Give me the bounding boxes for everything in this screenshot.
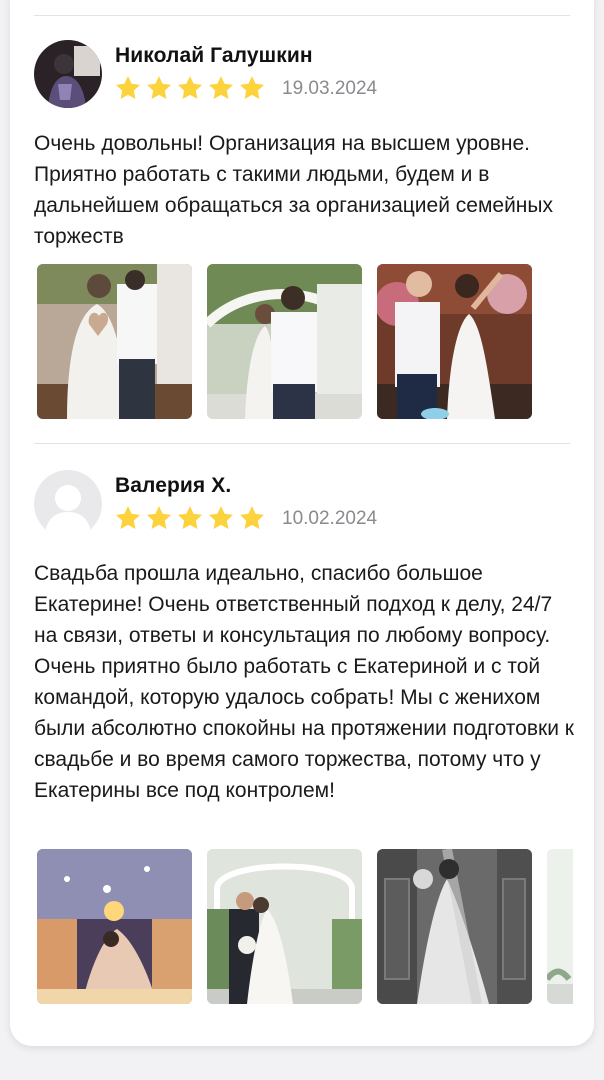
user-placeholder-icon (34, 470, 102, 538)
photo-image (37, 264, 192, 419)
review-date: 19.03.2024 (282, 78, 378, 99)
star-icon (208, 76, 234, 99)
star-icon (208, 506, 234, 529)
star-icon (146, 506, 172, 529)
review-photo[interactable] (207, 849, 362, 1004)
review-photo[interactable] (37, 849, 192, 1004)
review-photos (37, 264, 573, 419)
avatar[interactable] (34, 40, 102, 108)
rating-stars (114, 504, 266, 532)
photo-image (547, 849, 573, 1004)
photo-image (207, 264, 362, 419)
star-icon (146, 76, 172, 99)
review-photo[interactable] (207, 264, 362, 419)
avatar[interactable] (34, 470, 102, 538)
star-icon (177, 76, 203, 99)
review-text: Свадьба прошла идеально, спасибо большое… (34, 562, 574, 802)
review-1: Николай Галушкин 19.03.2024 Очень доволь… (34, 40, 570, 420)
review-text: Очень довольны! Организация на высшем ур… (34, 132, 553, 248)
reviewer-name[interactable]: Николай Галушкин (115, 44, 313, 68)
review-divider (34, 443, 570, 444)
reviews-card: Николай Галушкин 19.03.2024 Очень доволь… (10, 0, 594, 1046)
review-photo[interactable] (377, 264, 532, 419)
photo-image (377, 849, 532, 1004)
review-photo[interactable] (547, 849, 573, 1004)
review-photos (37, 849, 573, 1004)
star-icon (239, 76, 265, 99)
star-icon (177, 506, 203, 529)
reviewer-name[interactable]: Валерия Х. (115, 474, 231, 498)
top-divider (34, 15, 570, 16)
review-date: 10.02.2024 (282, 508, 378, 529)
photo-image (37, 849, 192, 1004)
review-2: Валерия Х. 10.02.2024 Свадьба прошла иде… (34, 470, 574, 1010)
rating-stars (114, 74, 266, 102)
avatar-photo-icon (34, 40, 102, 108)
photo-image (207, 849, 362, 1004)
photo-image (377, 264, 532, 419)
review-photo[interactable] (377, 849, 532, 1004)
review-photo[interactable] (37, 264, 192, 419)
star-icon (115, 506, 141, 529)
star-icon (115, 76, 141, 99)
star-icon (239, 506, 265, 529)
